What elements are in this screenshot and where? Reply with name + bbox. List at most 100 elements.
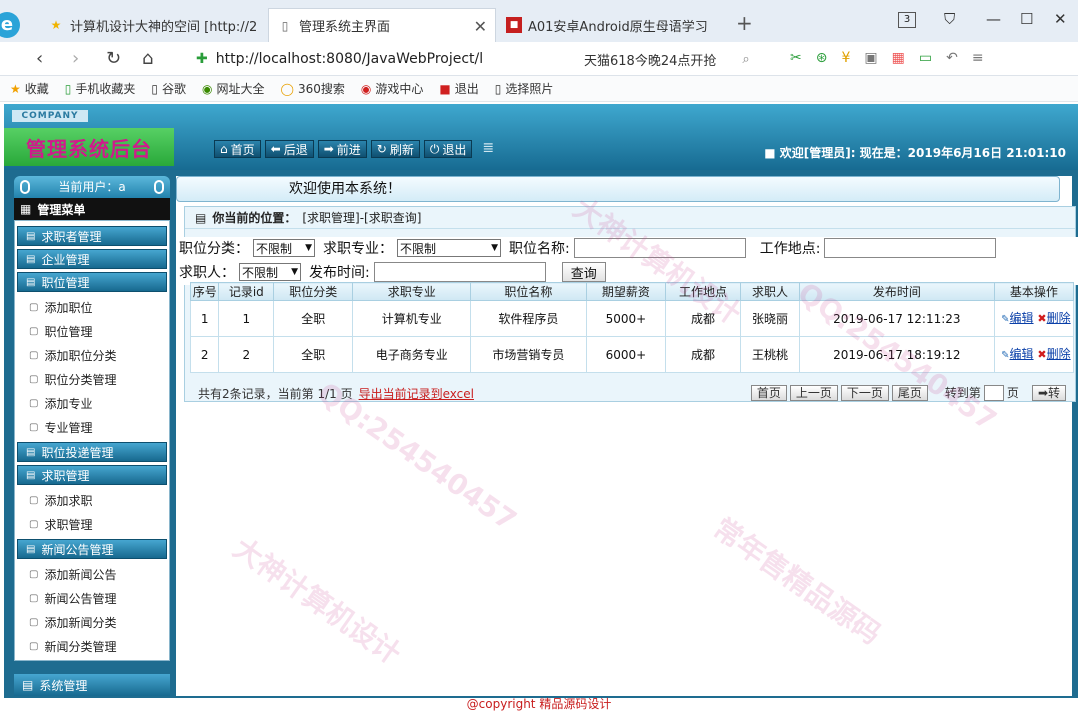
- new-tab-icon[interactable]: +: [736, 11, 753, 35]
- bookmark-games[interactable]: ◉ 游戏中心: [361, 80, 424, 97]
- doc-icon: ▢: [29, 592, 39, 604]
- footer: @copyright 精品源码设计: [466, 697, 612, 711]
- bookmark-photo[interactable]: ▯ 选择照片: [495, 80, 554, 97]
- scissors-icon[interactable]: ✂: [790, 50, 802, 66]
- home-icon[interactable]: ⌂: [142, 48, 153, 69]
- cell: 成都: [664, 336, 742, 373]
- bookmark-favorites[interactable]: ★ 收藏: [10, 80, 49, 97]
- menu-item-news-category-manage[interactable]: ▢ 新闻分类管理: [17, 634, 167, 658]
- welcome-text: ■ 欢迎[管理员]: 现在是：2019年6月16日 21:01:10: [764, 146, 1066, 160]
- list-icon: ▤: [26, 469, 36, 481]
- chevron-down-icon: ▼: [305, 243, 312, 253]
- menu-group-system[interactable]: ▤ 系统管理: [14, 674, 170, 696]
- menu-group-jobseeker[interactable]: ▤ 求职者管理: [17, 226, 167, 246]
- star-icon: ★: [50, 18, 62, 32]
- menu-group-delivery[interactable]: ▤ 职位投递管理: [17, 442, 167, 462]
- arrow-right-icon: ➡: [323, 142, 334, 156]
- coupon-icon[interactable]: ¥: [841, 50, 850, 66]
- minimize-icon[interactable]: —: [986, 10, 1001, 28]
- edit-link[interactable]: 编辑: [1010, 311, 1034, 325]
- bookmark-mobile[interactable]: ▯ 手机收藏夹: [65, 80, 136, 97]
- go-button[interactable]: ➡转: [1031, 384, 1066, 401]
- browser-logo-icon: e: [0, 12, 20, 38]
- pager-buttons: 首页 上一页 下一页 尾页 转到第 页 ➡转: [750, 384, 1066, 401]
- menu-group-news[interactable]: ▤ 新闻公告管理: [17, 539, 167, 559]
- menu-item-add-position[interactable]: ▢ 添加职位: [17, 295, 167, 319]
- url-field[interactable]: ✚ http://localhost:8080/JavaWebProject/l: [196, 47, 574, 71]
- doc-icon: ▢: [29, 518, 39, 530]
- image-icon[interactable]: ▣: [864, 50, 877, 66]
- battery-icon[interactable]: ▭: [919, 50, 932, 66]
- refresh-button[interactable]: ↻ 刷新: [370, 140, 420, 158]
- menu-icon[interactable]: ≣: [482, 140, 494, 158]
- cell: 1: [189, 300, 220, 337]
- browser-tab-2[interactable]: ▯ 管理系统主界面 ✕: [268, 8, 496, 42]
- bookmark-google[interactable]: ▯ 谷歌: [151, 80, 186, 97]
- browser-tab-3[interactable]: ■ A01安卓Android原生母语学习: [498, 8, 728, 42]
- export-excel-link[interactable]: 导出当前记录到excel: [359, 385, 474, 402]
- menu-item-position-manage[interactable]: ▢ 职位管理: [17, 319, 167, 343]
- edit-link[interactable]: 编辑: [1010, 347, 1034, 361]
- search-icon[interactable]: ⌕: [742, 52, 749, 67]
- shirt-icon[interactable]: ⛉: [944, 10, 955, 28]
- close-icon[interactable]: ✕: [474, 17, 487, 36]
- query-button[interactable]: 查询: [561, 262, 606, 282]
- list-icon: ▤: [26, 253, 36, 265]
- menu-item-category-manage[interactable]: ▢ 职位分类管理: [17, 367, 167, 391]
- menu-icon[interactable]: ≡: [972, 50, 984, 66]
- list-icon: ▤: [26, 230, 36, 242]
- bookmark-exit[interactable]: ■ 退出: [439, 80, 478, 97]
- page-number-input[interactable]: [983, 384, 1004, 401]
- menu-item-add-major[interactable]: ▢ 添加专业: [17, 391, 167, 415]
- bookmark-360[interactable]: ◯ 360搜索: [281, 80, 345, 97]
- logout-button[interactable]: ⏻ 退出: [423, 140, 473, 158]
- globe-icon: ◉: [202, 81, 213, 96]
- major-select[interactable]: 不限制 ▼: [397, 239, 501, 257]
- list-icon: ▤: [26, 543, 36, 555]
- menu-item-seek-manage[interactable]: ▢ 求职管理: [17, 512, 167, 536]
- position-name-input[interactable]: [573, 238, 746, 258]
- app-header: COMPANY 管理系统后台 ⌂ 首页 ⬅ 后退 ➡ 前进 ↻ 刷新 ⏻ 退出 ≣ ■ 欢…: [4, 104, 1078, 170]
- home-button[interactable]: ⌂ 首页: [214, 140, 261, 158]
- delete-link[interactable]: 删除: [1047, 347, 1071, 361]
- cell: 全职: [273, 336, 354, 373]
- phone-icon: ▯: [64, 81, 72, 96]
- grid-icon: ▦: [20, 202, 32, 216]
- forward-button[interactable]: ➡ 前进: [317, 140, 367, 158]
- tab-count-badge[interactable]: 3: [898, 12, 916, 28]
- bookmark-directory[interactable]: ◉ 网址大全: [202, 80, 265, 97]
- browser-tab-1[interactable]: ★ 计算机设计大神的空间 [http://2: [40, 8, 266, 42]
- category-select[interactable]: 不限制 ▼: [253, 239, 315, 257]
- reload-icon[interactable]: ↻: [106, 48, 121, 69]
- back-button[interactable]: ⬅ 后退: [264, 140, 314, 158]
- prev-page-button[interactable]: 上一页: [789, 384, 838, 401]
- menu-group-seek[interactable]: ▤ 求职管理: [17, 465, 167, 485]
- window-close-icon[interactable]: ✕: [1054, 10, 1067, 28]
- person-select[interactable]: 不限制 ▼: [239, 263, 301, 281]
- menu-item-add-news[interactable]: ▢ 添加新闻公告: [17, 562, 167, 586]
- next-page-button[interactable]: 下一页: [840, 384, 889, 401]
- last-page-button[interactable]: 尾页: [891, 384, 928, 401]
- back-icon[interactable]: ‹: [36, 48, 43, 69]
- translate-icon[interactable]: ⊛: [816, 50, 828, 66]
- menu-group-position[interactable]: ▤ 职位管理: [17, 272, 167, 292]
- app-icon: ■: [506, 17, 522, 33]
- browser-search-field[interactable]: 天猫618今晚24点开抢 ⌕: [584, 47, 774, 71]
- menu-item-news-manage[interactable]: ▢ 新闻公告管理: [17, 586, 167, 610]
- undo-icon[interactable]: ↶: [946, 50, 958, 66]
- menu-item-add-category[interactable]: ▢ 添加职位分类: [17, 343, 167, 367]
- forward-icon[interactable]: ›: [72, 48, 79, 69]
- menu-item-add-seek[interactable]: ▢ 添加求职: [17, 488, 167, 512]
- publish-time-input[interactable]: [373, 262, 546, 282]
- maximize-icon[interactable]: ☐: [1020, 10, 1033, 28]
- menu-group-company[interactable]: ▤ 企业管理: [17, 249, 167, 269]
- col-header: 记录id: [218, 282, 275, 301]
- bookmark-bar: ★ 收藏 ▯ 手机收藏夹 ▯ 谷歌 ◉ 网址大全 ◯ 360搜索 ◉ 游戏中心 ■ 退出 ▯ 选…: [0, 76, 1078, 102]
- work-place-input[interactable]: [824, 238, 997, 258]
- first-page-button[interactable]: 首页: [750, 384, 787, 401]
- delete-link[interactable]: 删除: [1047, 311, 1071, 325]
- apps-icon[interactable]: ▦: [892, 50, 905, 66]
- menu-item-add-news-category[interactable]: ▢ 添加新闻分类: [17, 610, 167, 634]
- secure-icon: ✚: [196, 51, 208, 67]
- menu-item-major-manage[interactable]: ▢ 专业管理: [17, 415, 167, 439]
